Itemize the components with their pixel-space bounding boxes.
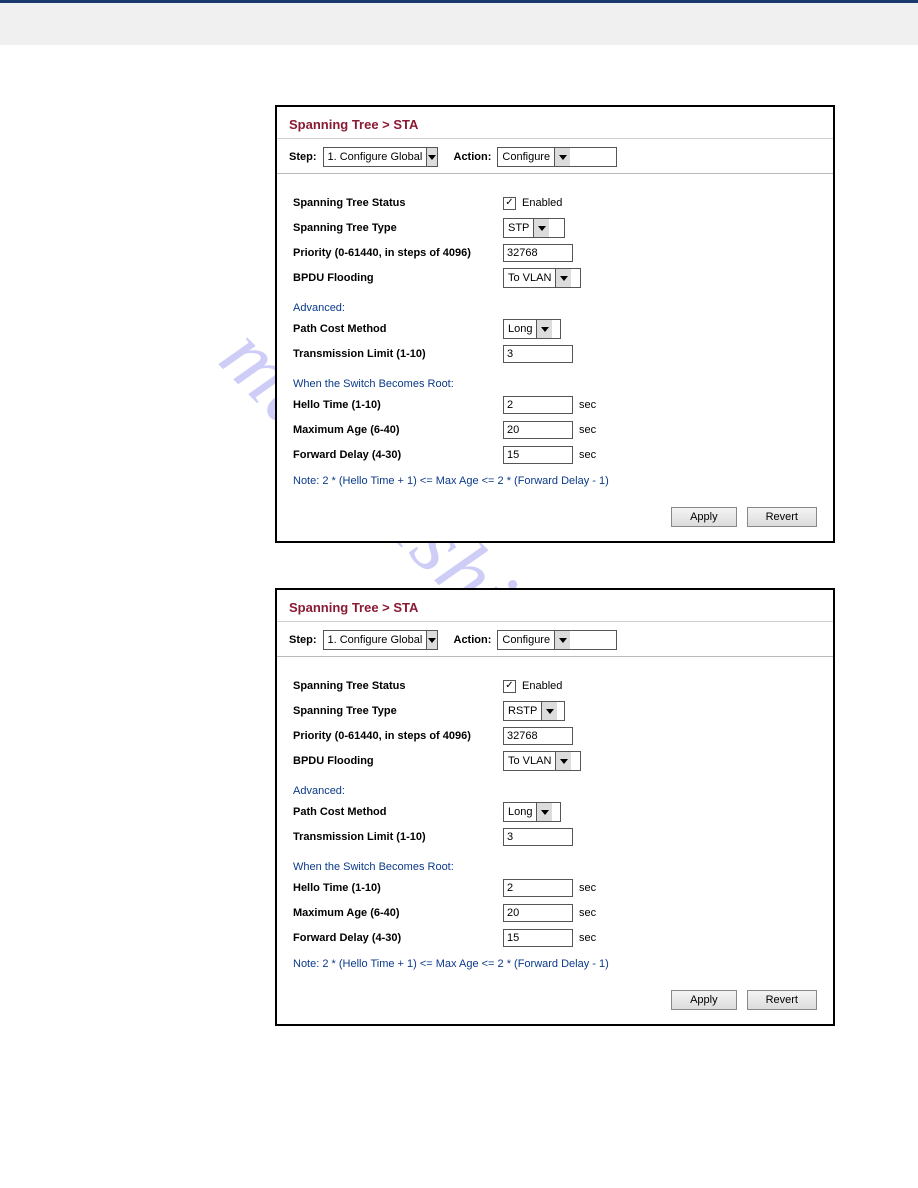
hello-input[interactable]: 2 xyxy=(503,396,573,414)
chevron-down-icon[interactable] xyxy=(555,269,571,287)
root-header: When the Switch Becomes Root: xyxy=(293,378,817,390)
hello-input[interactable]: 2 xyxy=(503,879,573,897)
txlimit-label: Transmission Limit (1-10) xyxy=(293,831,503,843)
txlimit-input[interactable]: 3 xyxy=(503,345,573,363)
priority-label: Priority (0-61440, in steps of 4096) xyxy=(293,730,503,742)
action-select-value: Configure xyxy=(498,634,554,646)
action-select[interactable]: Configure xyxy=(497,630,617,650)
chevron-down-icon[interactable] xyxy=(426,631,436,649)
pcm-label: Path Cost Method xyxy=(293,323,503,335)
chevron-down-icon[interactable] xyxy=(554,148,570,166)
step-action-bar: Step: 1. Configure Global Action: Config… xyxy=(277,622,833,657)
chevron-down-icon[interactable] xyxy=(541,702,557,720)
sec-unit: sec xyxy=(579,882,596,894)
type-select-value: RSTP xyxy=(504,705,541,717)
maxage-input[interactable]: 20 xyxy=(503,904,573,922)
bpdu-select-value: To VLAN xyxy=(504,272,555,284)
constraint-note: Note: 2 * (Hello Time + 1) <= Max Age <=… xyxy=(293,475,817,487)
hello-label: Hello Time (1-10) xyxy=(293,399,503,411)
sec-unit: sec xyxy=(579,424,596,436)
priority-label: Priority (0-61440, in steps of 4096) xyxy=(293,247,503,259)
advanced-header: Advanced: xyxy=(293,785,817,797)
step-select[interactable]: 1. Configure Global xyxy=(323,630,438,650)
priority-input[interactable]: 32768 xyxy=(503,244,573,262)
sec-unit: sec xyxy=(579,399,596,411)
status-label: Spanning Tree Status xyxy=(293,197,503,209)
action-select-value: Configure xyxy=(498,151,554,163)
pcm-select[interactable]: Long xyxy=(503,802,561,822)
chevron-down-icon[interactable] xyxy=(555,752,571,770)
priority-input[interactable]: 32768 xyxy=(503,727,573,745)
action-label: Action: xyxy=(454,151,492,163)
txlimit-label: Transmission Limit (1-10) xyxy=(293,348,503,360)
maxage-label: Maximum Age (6-40) xyxy=(293,907,503,919)
type-select[interactable]: STP xyxy=(503,218,565,238)
fwd-input[interactable]: 15 xyxy=(503,446,573,464)
sec-unit: sec xyxy=(579,907,596,919)
status-enabled-text: Enabled xyxy=(522,680,562,692)
pcm-select[interactable]: Long xyxy=(503,319,561,339)
revert-button[interactable]: Revert xyxy=(747,507,817,527)
type-select[interactable]: RSTP xyxy=(503,701,565,721)
bpdu-select-value: To VLAN xyxy=(504,755,555,767)
sec-unit: sec xyxy=(579,449,596,461)
step-label: Step: xyxy=(289,634,317,646)
chevron-down-icon[interactable] xyxy=(426,148,436,166)
pcm-select-value: Long xyxy=(504,323,536,335)
action-label: Action: xyxy=(454,634,492,646)
action-select[interactable]: Configure xyxy=(497,147,617,167)
step-select-value: 1. Configure Global xyxy=(324,151,427,163)
type-label: Spanning Tree Type xyxy=(293,222,503,234)
revert-button[interactable]: Revert xyxy=(747,990,817,1010)
status-checkbox[interactable]: ✓ xyxy=(503,197,516,210)
status-enabled-text: Enabled xyxy=(522,197,562,209)
pcm-select-value: Long xyxy=(504,806,536,818)
breadcrumb: Spanning Tree > STA xyxy=(277,107,833,136)
pcm-label: Path Cost Method xyxy=(293,806,503,818)
chevron-down-icon[interactable] xyxy=(554,631,570,649)
fwd-label: Forward Delay (4-30) xyxy=(293,449,503,461)
apply-button[interactable]: Apply xyxy=(671,507,737,527)
sec-unit: sec xyxy=(579,932,596,944)
type-label: Spanning Tree Type xyxy=(293,705,503,717)
sta-panel-stp: Spanning Tree > STA Step: 1. Configure G… xyxy=(275,105,835,543)
header-ribbon xyxy=(0,3,918,45)
bpdu-select[interactable]: To VLAN xyxy=(503,268,581,288)
chevron-down-icon[interactable] xyxy=(533,219,549,237)
maxage-input[interactable]: 20 xyxy=(503,421,573,439)
type-select-value: STP xyxy=(504,222,533,234)
status-checkbox[interactable]: ✓ xyxy=(503,680,516,693)
status-label: Spanning Tree Status xyxy=(293,680,503,692)
step-select[interactable]: 1. Configure Global xyxy=(323,147,438,167)
chevron-down-icon[interactable] xyxy=(536,320,552,338)
advanced-header: Advanced: xyxy=(293,302,817,314)
fwd-label: Forward Delay (4-30) xyxy=(293,932,503,944)
constraint-note: Note: 2 * (Hello Time + 1) <= Max Age <=… xyxy=(293,958,817,970)
bpdu-select[interactable]: To VLAN xyxy=(503,751,581,771)
txlimit-input[interactable]: 3 xyxy=(503,828,573,846)
step-action-bar: Step: 1. Configure Global Action: Config… xyxy=(277,139,833,174)
apply-button[interactable]: Apply xyxy=(671,990,737,1010)
bpdu-label: BPDU Flooding xyxy=(293,272,503,284)
fwd-input[interactable]: 15 xyxy=(503,929,573,947)
root-header: When the Switch Becomes Root: xyxy=(293,861,817,873)
maxage-label: Maximum Age (6-40) xyxy=(293,424,503,436)
sta-panel-rstp: Spanning Tree > STA Step: 1. Configure G… xyxy=(275,588,835,1026)
bpdu-label: BPDU Flooding xyxy=(293,755,503,767)
step-select-value: 1. Configure Global xyxy=(324,634,427,646)
breadcrumb: Spanning Tree > STA xyxy=(277,590,833,619)
step-label: Step: xyxy=(289,151,317,163)
chevron-down-icon[interactable] xyxy=(536,803,552,821)
hello-label: Hello Time (1-10) xyxy=(293,882,503,894)
